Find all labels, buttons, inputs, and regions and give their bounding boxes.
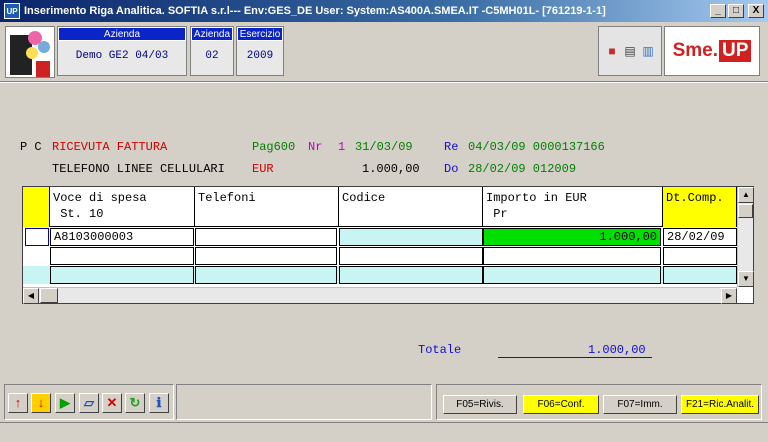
row-select-cell[interactable] xyxy=(23,266,50,284)
doc-valuta: EUR xyxy=(252,162,274,176)
arrow-down-icon[interactable]: ↓ xyxy=(31,393,51,413)
horizontal-scroll-thumb[interactable] xyxy=(40,288,58,303)
doc-re-label: Re xyxy=(444,140,459,154)
delete-icon[interactable]: ✕ xyxy=(102,393,122,413)
app-icon: UP xyxy=(4,3,20,19)
app-logo xyxy=(5,26,55,78)
importo-cell[interactable] xyxy=(483,266,661,284)
telefoni-cell[interactable] xyxy=(195,266,337,284)
scroll-left-button[interactable]: ◀ xyxy=(23,288,39,304)
play-icon[interactable]: ▶ xyxy=(55,393,75,413)
minimize-button[interactable]: _ xyxy=(710,4,726,18)
grid-header: ? Voce di spesa St. 10 Telefoni Codice I… xyxy=(23,187,737,227)
header-separator xyxy=(0,81,768,83)
doc-nr-value: 1 xyxy=(338,140,346,154)
f07-imm-button[interactable]: F07=Imm. xyxy=(603,395,677,414)
doc-pag: Pag600 xyxy=(252,140,296,154)
doc-pc: P C xyxy=(20,140,42,154)
azienda-code-label: Azienda xyxy=(191,27,233,41)
dtcomp-cell[interactable] xyxy=(663,266,737,284)
f05-rivis-button[interactable]: F05=Rivis. xyxy=(443,395,517,414)
refresh-icon[interactable]: ↻ xyxy=(125,393,145,413)
smeup-logo: Sme. UP xyxy=(664,26,760,76)
info-icon[interactable]: ℹ xyxy=(149,393,169,413)
col-header-codice[interactable]: Codice xyxy=(339,187,483,227)
doc-re-value: 04/03/09 0000137166 xyxy=(468,140,605,154)
codice-cell[interactable] xyxy=(339,247,483,265)
notepad-icon[interactable]: ▤ xyxy=(623,44,637,58)
window-title: Inserimento Riga Analitica. SOFTIA s.r.l… xyxy=(24,5,606,17)
totale-value: 1.000,00 xyxy=(588,343,646,357)
codice-cell[interactable] xyxy=(339,266,483,284)
doc-do-value: 28/02/09 012009 xyxy=(468,162,577,176)
f21-ric-analit-button[interactable]: F21=Ric.Analit. xyxy=(681,395,759,414)
doc-nr-label: Nr xyxy=(308,140,323,154)
vertical-scroll-thumb[interactable] xyxy=(738,204,753,218)
status-bar xyxy=(0,422,768,442)
col-header-telefoni[interactable]: Telefoni xyxy=(195,187,339,227)
row-select-cell[interactable] xyxy=(23,247,50,265)
f06-conf-button[interactable]: F06=Conf. xyxy=(523,395,599,414)
doc-tipo: RICEVUTA FATTURA xyxy=(52,140,168,154)
doc-descrizione: TELEFONO LINEE CELLULARI xyxy=(52,162,225,176)
brand-sme: Sme. xyxy=(672,40,718,61)
vertical-scrollbar[interactable]: ▲ ▼ xyxy=(737,187,754,287)
telefoni-cell[interactable] xyxy=(195,247,337,265)
dtcomp-cell[interactable]: 28/02/09 xyxy=(663,228,737,246)
importo-cell[interactable]: 1.000,00 xyxy=(483,228,661,246)
title-bar: UP Inserimento Riga Analitica. SOFTIA s.… xyxy=(0,0,768,22)
esercizio-box: Esercizio 2009 xyxy=(236,26,284,76)
col-header-importo[interactable]: Importo in EUR Pr xyxy=(483,187,663,227)
azienda-code-box: Azienda 02 xyxy=(190,26,234,76)
scroll-down-button[interactable]: ▼ xyxy=(738,271,754,287)
azienda-value: Demo GE2 04/03 xyxy=(75,50,169,62)
scroll-right-button[interactable]: ▶ xyxy=(721,288,737,304)
arrow-up-icon[interactable]: ↑ xyxy=(8,393,28,413)
toolbar-icons: ■ ▤ ▥ xyxy=(598,26,662,76)
importo-cell[interactable] xyxy=(483,247,661,265)
row-select-cell[interactable] xyxy=(25,228,49,246)
nav-button-group: ↑ ↓ ▶ ▱ ✕ ↻ ℹ xyxy=(4,384,174,420)
col-header-dtcomp[interactable]: Dt.Comp. xyxy=(663,187,737,227)
azienda-box: Azienda Demo GE2 04/03 xyxy=(57,26,187,76)
totale-underline xyxy=(498,357,652,358)
close-button[interactable]: X xyxy=(748,4,764,18)
azienda-label: Azienda xyxy=(58,27,186,41)
scroll-up-button[interactable]: ▲ xyxy=(738,187,754,203)
brand-up: UP xyxy=(719,40,752,62)
function-key-group: F05=Rivis. F06=Conf. F07=Imm. F21=Ric.An… xyxy=(436,384,762,420)
esercizio-label: Esercizio xyxy=(237,27,283,41)
analytics-grid[interactable]: ? Voce di spesa St. 10 Telefoni Codice I… xyxy=(22,186,754,304)
azienda-code-value: 02 xyxy=(205,50,219,62)
eraser-icon[interactable]: ▱ xyxy=(79,393,99,413)
esercizio-value: 2009 xyxy=(246,50,274,62)
col-header-voce[interactable]: Voce di spesa St. 10 xyxy=(50,187,195,227)
palette-icon[interactable]: ■ xyxy=(605,44,619,58)
voce-cell[interactable] xyxy=(50,247,194,265)
table-row xyxy=(23,266,737,284)
maximize-button[interactable]: □ xyxy=(728,4,744,18)
book-icon[interactable]: ▥ xyxy=(641,44,655,58)
header-panel: Azienda Demo GE2 04/03 Azienda 02 Eserci… xyxy=(0,22,768,80)
doc-importo: 1.000,00 xyxy=(362,162,420,176)
table-row: A8103000003 1.000,00 28/02/09 xyxy=(23,228,737,246)
voce-cell[interactable] xyxy=(50,266,194,284)
table-row xyxy=(23,247,737,265)
totale-label: Totale xyxy=(418,343,462,357)
footer-spacer xyxy=(176,384,432,420)
doc-nr-date: 31/03/09 xyxy=(355,140,413,154)
horizontal-scrollbar[interactable]: ◀ ▶ xyxy=(23,287,737,304)
telefoni-cell[interactable] xyxy=(195,228,337,246)
voce-cell[interactable]: A8103000003 xyxy=(50,228,194,246)
codice-cell[interactable] xyxy=(339,228,483,246)
dtcomp-cell[interactable] xyxy=(663,247,737,265)
doc-do-label: Do xyxy=(444,162,459,176)
col-header-select[interactable]: ? xyxy=(23,187,50,227)
